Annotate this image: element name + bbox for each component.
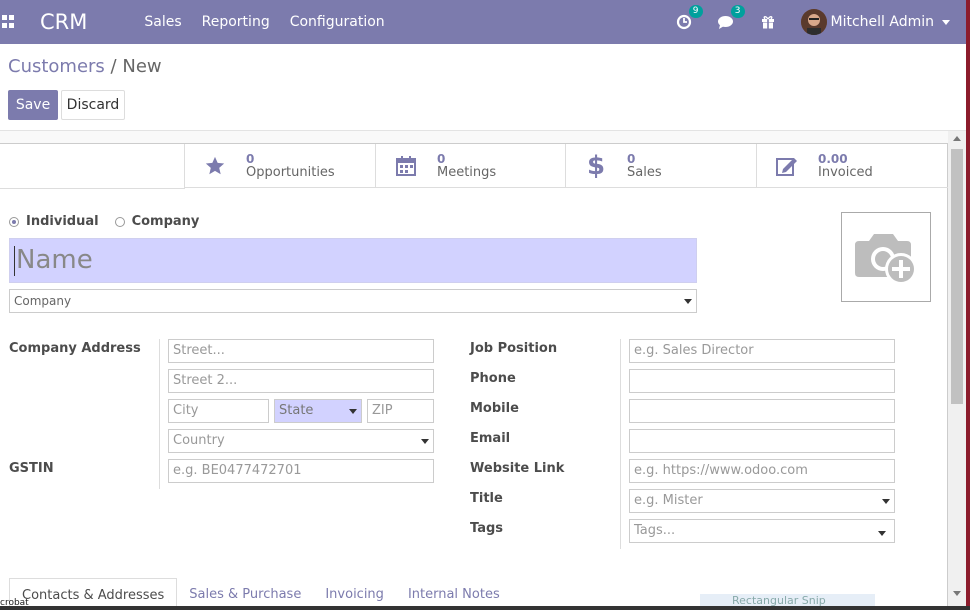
stat-meetings-button[interactable]: 0 Meetings (375, 144, 565, 188)
mobile-label: Mobile (470, 401, 519, 416)
messages-badge: 3 (730, 5, 745, 18)
user-caret-icon (942, 19, 950, 25)
stat-opportunities-button[interactable]: 0 Opportunities (184, 144, 375, 188)
email-input[interactable] (629, 429, 895, 453)
breadcrumb: Customers / New (8, 56, 162, 77)
street-input[interactable]: Street... (168, 339, 434, 363)
chevron-down-icon (878, 531, 886, 536)
title-select[interactable]: e.g. Mister (629, 489, 895, 513)
gstin-label: GSTIN (9, 461, 54, 476)
name-input[interactable]: Name (9, 238, 697, 283)
title-label: Title (470, 491, 503, 506)
stat-meetings-value: 0 (437, 151, 446, 166)
mobile-input[interactable] (629, 399, 895, 423)
company-select[interactable]: Company (9, 289, 697, 313)
save-button[interactable]: Save (8, 90, 58, 120)
star-icon (195, 155, 235, 177)
state-placeholder: State (279, 403, 314, 418)
activity-badge: 9 (688, 5, 703, 18)
left-group-divider (159, 339, 160, 489)
top-navbar: CRM Sales Reporting Configuration 9 3 Mi… (0, 0, 970, 44)
breadcrumb-current: New (122, 56, 162, 77)
messages-icon[interactable]: 3 (717, 5, 745, 31)
edit-icon (767, 155, 807, 177)
scroll-down-icon[interactable] (953, 591, 961, 596)
country-placeholder: Country (173, 433, 225, 448)
website-input[interactable]: e.g. https://www.odoo.com (629, 459, 895, 483)
stat-sales-button[interactable]: $ 0 Sales (565, 144, 756, 188)
form-sheet: 0 Opportunities 0 Meetings $ 0 Sales 0.0… (0, 143, 948, 610)
country-select[interactable]: Country (168, 429, 434, 453)
chevron-down-icon (684, 299, 692, 304)
breadcrumb-customers[interactable]: Customers (8, 56, 105, 77)
breadcrumb-separator: / (110, 56, 117, 77)
window-frame-bottom (0, 606, 970, 610)
user-menu[interactable]: Mitchell Admin (800, 9, 950, 35)
gift-icon[interactable] (759, 13, 777, 31)
apps-menu-icon[interactable] (0, 15, 14, 29)
tags-placeholder: Tags... (634, 523, 676, 538)
right-group-divider (620, 339, 621, 549)
job-position-label: Job Position (470, 341, 558, 356)
radio-individual-label[interactable]: Individual (26, 214, 99, 229)
vertical-scrollbar[interactable] (948, 131, 966, 610)
text-cursor (14, 245, 15, 276)
radio-company[interactable] (114, 216, 125, 227)
stat-opportunities-value: 0 (246, 151, 255, 166)
website-label: Website Link (470, 461, 565, 476)
stat-sales-value: 0 (627, 151, 636, 166)
stat-divider (0, 188, 185, 189)
user-name: Mitchell Admin (830, 14, 935, 30)
stat-invoiced-label: Invoiced (818, 164, 873, 180)
scroll-thumb[interactable] (951, 149, 963, 404)
gstin-input[interactable]: e.g. BE0477472701 (168, 459, 434, 483)
tags-input[interactable]: Tags... (629, 519, 895, 543)
job-position-input[interactable]: e.g. Sales Director (629, 339, 895, 363)
image-upload[interactable] (841, 212, 931, 302)
company-address-label: Company Address (9, 341, 141, 356)
phone-input[interactable] (629, 369, 895, 393)
name-placeholder: Name (16, 245, 93, 275)
dollar-icon: $ (586, 150, 606, 181)
discard-button[interactable]: Discard (61, 90, 125, 120)
menu-reporting[interactable]: Reporting (202, 14, 270, 30)
menu-sales[interactable]: Sales (144, 14, 181, 30)
street2-input[interactable]: Street 2... (168, 369, 434, 393)
company-placeholder: Company (14, 294, 72, 308)
app-brand[interactable]: CRM (40, 10, 87, 34)
menu-configuration[interactable]: Configuration (290, 14, 385, 30)
radio-individual[interactable] (9, 216, 19, 227)
radio-company-label[interactable]: Company (132, 214, 200, 229)
calendar-icon (386, 155, 426, 177)
tags-label: Tags (470, 521, 504, 536)
avatar (800, 9, 827, 35)
chevron-down-icon (421, 439, 429, 444)
chevron-down-icon (349, 409, 357, 414)
zip-input[interactable]: ZIP (367, 399, 434, 423)
email-label: Email (470, 431, 511, 446)
stat-invoiced-button[interactable]: 0.00 Invoiced (756, 144, 948, 188)
activity-icon[interactable]: 9 (675, 5, 703, 31)
city-input[interactable]: City (168, 399, 269, 423)
phone-label: Phone (470, 371, 516, 386)
camera-plus-icon (855, 234, 917, 285)
state-select[interactable]: State (274, 399, 362, 423)
chevron-down-icon (882, 499, 890, 504)
window-frame-right (966, 0, 970, 610)
stat-meetings-label: Meetings (437, 164, 497, 180)
company-type-radio: Individual Company (9, 214, 215, 229)
title-placeholder: e.g. Mister (634, 493, 703, 508)
stat-invoiced-value: 0.00 (818, 151, 848, 166)
scroll-up-icon[interactable] (953, 136, 961, 141)
corner-text: crobat (0, 598, 29, 608)
stat-opportunities-label: Opportunities (246, 164, 335, 180)
stat-sales-label: Sales (627, 164, 662, 180)
